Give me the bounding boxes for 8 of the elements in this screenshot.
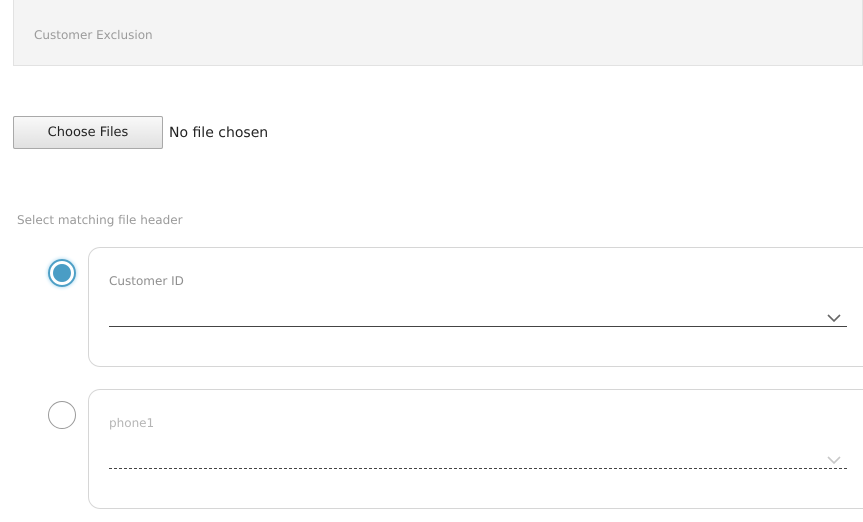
radio-button[interactable] [48, 259, 76, 287]
file-status: No file chosen [169, 124, 268, 140]
chevron-down-icon [827, 314, 841, 323]
chevron-down-icon [827, 456, 841, 465]
choose-files-button[interactable]: Choose Files [13, 116, 163, 149]
select-field[interactable]: Customer ID [88, 247, 863, 367]
section-label: Select matching file header [17, 213, 184, 227]
panel-title: Customer Exclusion [34, 28, 153, 42]
